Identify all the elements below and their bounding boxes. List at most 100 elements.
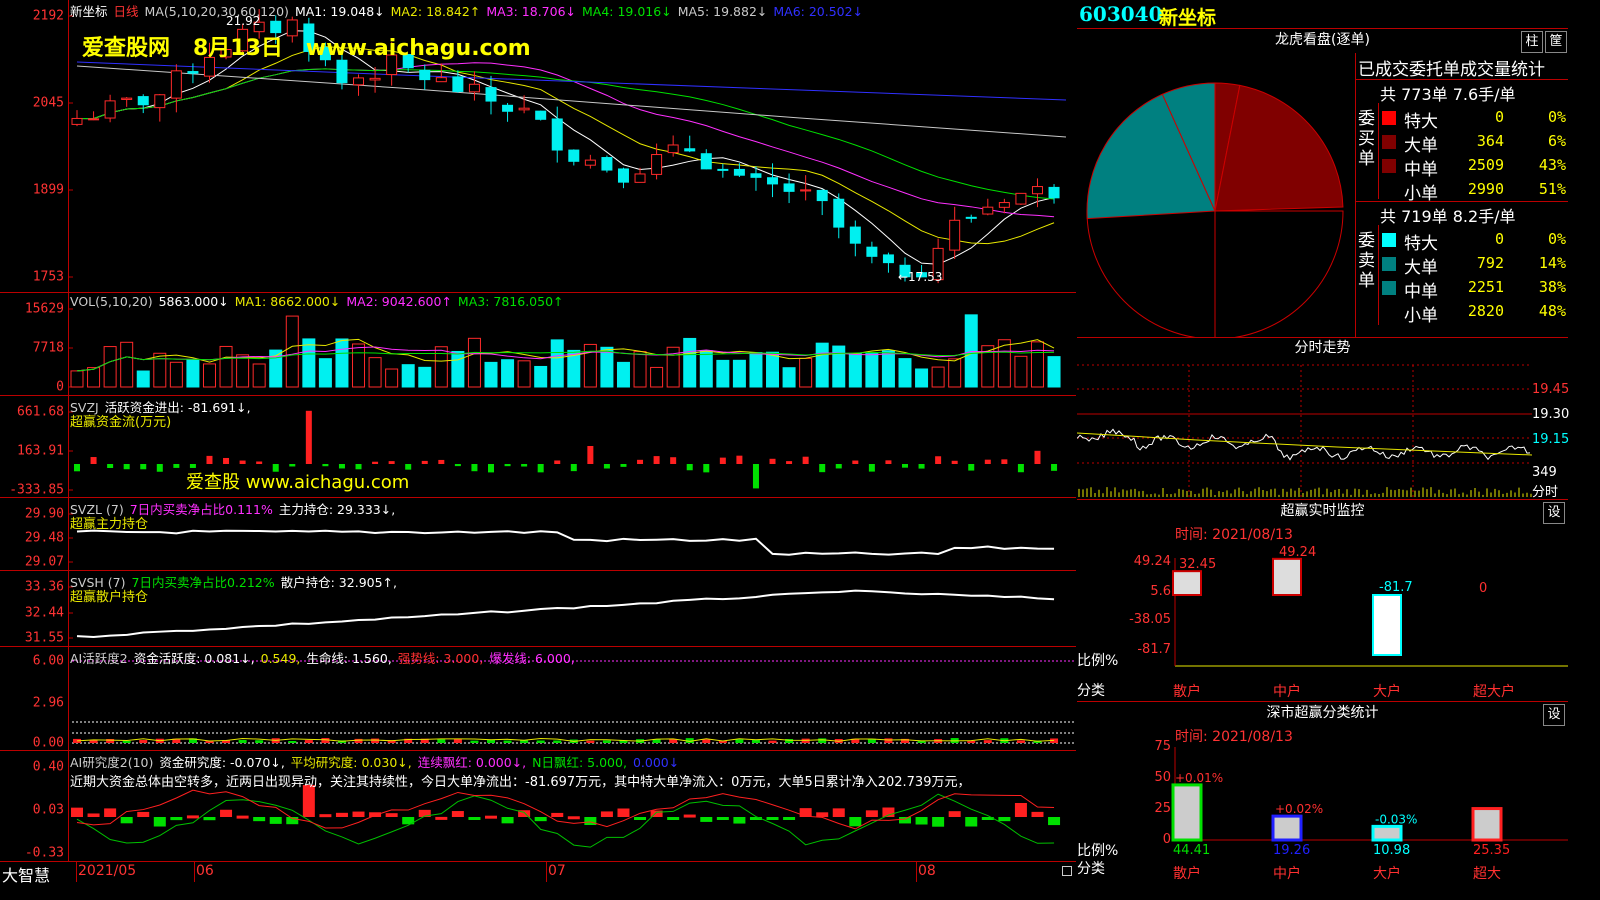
order-pie-chart <box>1086 82 1344 337</box>
volume-bar <box>865 353 879 388</box>
research-bar <box>369 812 382 817</box>
research-bar <box>716 817 729 820</box>
svzl-sub: 超赢主力持仓 <box>70 517 149 532</box>
research-bar <box>733 817 746 824</box>
fund-flow-bar <box>968 464 975 471</box>
realtime-monitor-panel[interactable]: 超赢实时监控 设 时间: 2021/08/13 49.24 5.6 -38.05… <box>1077 500 1568 702</box>
candle <box>121 97 133 100</box>
sz-stat-panel[interactable]: 深市超赢分类统计 设 时间: 2021/08/13 75 50 25 0 比例%… <box>1077 702 1568 882</box>
vol-ma3: MA3: 7816.050↑ <box>457 294 564 309</box>
candle <box>88 118 100 121</box>
monitor-bar-value: 49.24 <box>1279 545 1316 560</box>
research-bar <box>335 812 348 817</box>
research-bar <box>932 817 945 827</box>
fund-flow-bar <box>206 455 213 464</box>
candle <box>882 254 894 264</box>
legend-count: 0 <box>1494 230 1504 248</box>
candle <box>435 77 447 83</box>
volume-bar <box>1047 356 1061 388</box>
fund-flow-bar <box>852 460 859 464</box>
ai1-a: 资金活跃度: 0.081↓, <box>133 651 255 666</box>
sell-row: 大单 792 14% <box>1378 251 1568 278</box>
intraday-panel[interactable]: 分时走势 19.45 19.30 19.15 349 分时 <box>1077 337 1569 500</box>
legend-count: 364 <box>1476 132 1504 150</box>
bar-mode-button[interactable]: 柱 <box>1521 31 1543 53</box>
monitor-bar <box>1272 557 1302 596</box>
legend-swatch <box>1382 183 1396 197</box>
research-bar <box>485 815 497 819</box>
svsh-panel[interactable]: 33.36 32.44 31.55 SVSH (7) 7日内买卖净占比0.212%… <box>0 571 1076 647</box>
fund-flow-bar <box>140 464 147 470</box>
fund-flow-bar <box>984 459 991 464</box>
research-bar <box>1031 811 1044 817</box>
period: 日线 <box>113 4 139 19</box>
volume-bar <box>352 343 366 388</box>
x-tick-line <box>546 862 547 882</box>
vol-panel[interactable]: 15629 7718 0 VOL(5,10,20) 5863.000↓ MA1: 8… <box>0 293 1076 396</box>
candle <box>949 219 961 251</box>
frame-mode-button[interactable]: 筐 <box>1545 31 1567 53</box>
legend-count: 2990 <box>1467 180 1504 198</box>
kline-panel[interactable]: 2192 2045 1899 1753 新坐标 日线 MA(5,10,20,30,6… <box>0 0 1076 293</box>
volume-bar <box>451 350 465 388</box>
szstat-bar-value: 10.98 <box>1373 843 1410 858</box>
candle <box>667 144 679 154</box>
fund-flow-bar <box>1017 464 1024 473</box>
volume-bar <box>335 338 349 388</box>
fund-flow-bar <box>1051 464 1058 471</box>
svzj-panel[interactable]: 661.68 163.91 -333.85 SVZJ 活跃资金进出: -81.69… <box>0 396 1076 498</box>
volume-bar <box>219 345 233 388</box>
x-label: 07 <box>548 863 566 879</box>
lock-icon[interactable] <box>1062 866 1072 876</box>
stat-divider <box>1356 79 1568 80</box>
ai-activity-panel[interactable]: 6.00 2.96 0.00 AI活跃度2 资金活跃度: 0.081↓, 0.549… <box>0 647 1076 751</box>
activity-bar <box>503 740 512 743</box>
activity-bar <box>470 740 479 743</box>
stock-title-name: 新坐标 <box>1159 7 1217 29</box>
svsh-sub: 超赢散户持仓 <box>70 590 149 605</box>
sell-row: 小单 2820 48% <box>1378 299 1568 326</box>
fund-flow-bar <box>951 460 958 464</box>
buy-side-label: 委买单 <box>1358 109 1375 169</box>
ai-research-panel[interactable]: 0.40 0.03 -0.33 AI研究度2(10) 资金研究度: -0.070↓… <box>0 751 1076 862</box>
dragon-tiger-panel[interactable]: 龙虎看盘(逐单) 柱 筐 已成交委托单成交量统计 共 773单 7.6手/单 委… <box>1077 28 1568 338</box>
szstat-bar-value: 25.35 <box>1473 843 1510 858</box>
fund-flow-bar <box>388 461 395 464</box>
volume-bar <box>318 358 332 388</box>
volume-bar <box>848 353 862 388</box>
legend-pct: 38% <box>1538 278 1566 296</box>
candle <box>535 110 547 120</box>
activity-bar <box>1016 740 1025 743</box>
volume-bar <box>302 338 316 388</box>
candle <box>816 189 828 202</box>
volume-bar <box>434 346 448 388</box>
svzl-panel[interactable]: 29.90 29.48 29.07 SVZL (7) 7日内买卖净占比0.111%… <box>0 498 1076 571</box>
monitor-bar-value: -81.7 <box>1379 580 1413 595</box>
intraday-vol-label: 349 <box>1532 465 1557 480</box>
research-bar <box>584 817 597 826</box>
ai1-d: 强势线: 3.000, <box>397 651 484 666</box>
research-bar <box>269 817 282 824</box>
x-tick-line <box>194 862 195 882</box>
volume-bar <box>236 354 250 388</box>
volume-bar <box>501 359 515 388</box>
research-bar <box>153 817 166 827</box>
fund-flow-bar <box>289 464 296 467</box>
monitor-bar <box>1372 594 1402 656</box>
volume-bar <box>633 351 647 388</box>
research-bar <box>468 817 481 820</box>
fund-flow-bar <box>123 464 130 470</box>
research-bar <box>849 817 862 827</box>
candle <box>568 149 580 162</box>
legend-swatch <box>1382 159 1396 173</box>
activity-bar <box>238 739 247 743</box>
fund-flow-bar <box>471 464 478 472</box>
intraday-chart[interactable] <box>1077 337 1568 499</box>
fund-flow-bar <box>454 464 461 467</box>
activity-bar <box>288 740 297 743</box>
volume-bar <box>252 363 266 388</box>
volume-bar <box>650 366 664 388</box>
candle <box>717 168 729 171</box>
volume-bar <box>534 365 548 388</box>
candle <box>783 183 795 192</box>
